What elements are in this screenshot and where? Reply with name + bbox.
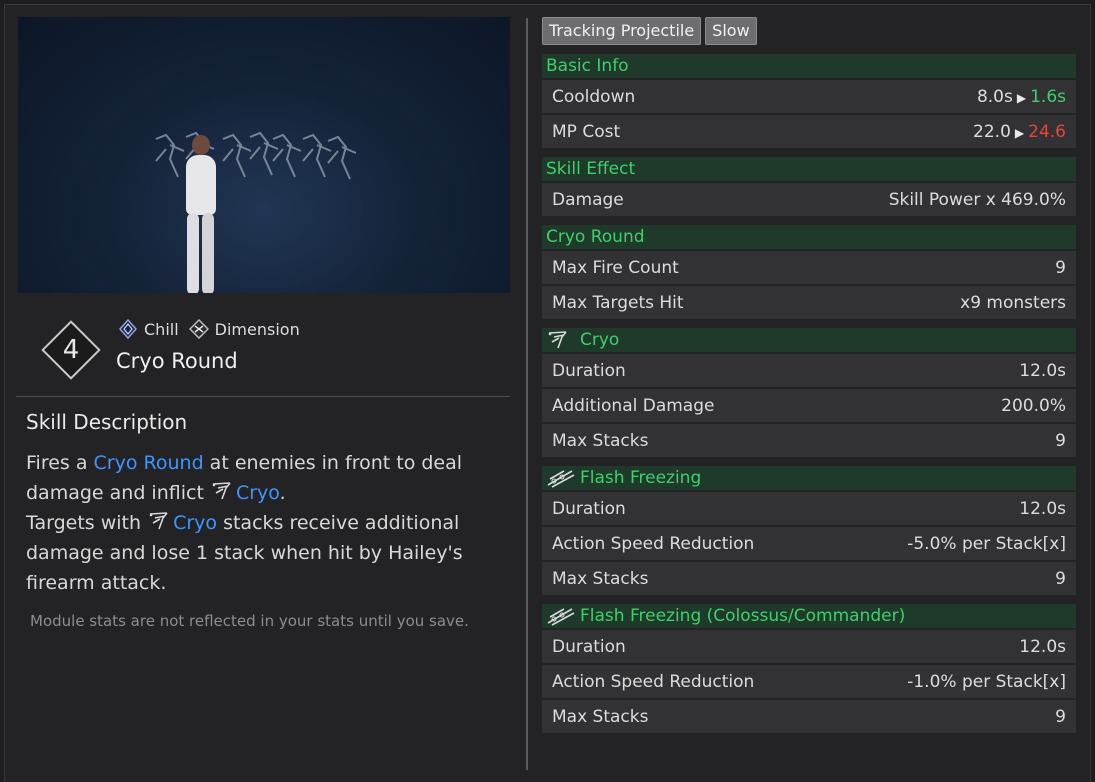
skill-header: 4 Chill Dimension Cryo Round [28, 315, 508, 385]
save-note: Module stats are not reflected in your s… [30, 612, 469, 630]
chill-icon [118, 319, 138, 339]
tag-chip: Slow [705, 17, 757, 45]
section-cryo-round: Cryo Round [542, 225, 1076, 249]
element-tag: Chill [118, 319, 179, 339]
stat-row-max-stacks: Max Stacks 9 [542, 700, 1076, 733]
arrow-right-icon: ▶ [1014, 125, 1025, 140]
enemy-silhouettes [155, 131, 357, 180]
type-label: Dimension [214, 319, 300, 339]
cryo-round-link[interactable]: Cryo Round [94, 452, 204, 474]
stat-row-additional-damage: Additional Damage 200.0% [542, 389, 1076, 422]
divider [16, 396, 510, 397]
arrow-right-icon: ▶ [1016, 90, 1027, 105]
stat-row-max-stacks: Max Stacks 9 [542, 424, 1076, 457]
stat-row-damage: Damage Skill Power x 469.0% [542, 183, 1076, 216]
stat-row-duration: Duration 12.0s [542, 354, 1076, 387]
skill-description: Skill Description Fires a Cryo Round at … [26, 410, 496, 630]
description-paragraph-1: Fires a Cryo Round at enemies in front t… [26, 452, 463, 504]
stat-row-max-fire-count: Max Fire Count 9 [542, 251, 1076, 284]
stat-row-duration: Duration 12.0s [542, 630, 1076, 663]
skill-preview-video[interactable] [18, 17, 510, 293]
stat-row-cooldown: Cooldown 8.0s ▶ 1.6s [542, 80, 1076, 113]
cryo-link[interactable]: Cryo [236, 482, 280, 504]
section-skill-effect: Skill Effect [542, 157, 1076, 181]
section-cryo: Cryo [542, 328, 1076, 352]
skill-tags: Chill Dimension [118, 319, 300, 339]
stat-row-duration: Duration 12.0s [542, 492, 1076, 525]
tag-chip: Tracking Projectile [542, 17, 702, 45]
cryo-icon [546, 328, 576, 352]
panel-divider [526, 18, 528, 770]
element-label: Chill [144, 319, 179, 339]
cryo-link[interactable]: Cryo [173, 512, 217, 534]
attribute-chips: Tracking Projectile Slow [542, 17, 1076, 45]
cryo-icon [147, 510, 173, 532]
skill-stats-panel: Tracking Projectile Slow Basic Info Cool… [542, 17, 1076, 777]
stat-row-action-speed-reduction: Action Speed Reduction -5.0% per Stack[x… [542, 527, 1076, 560]
description-paragraph-2: Targets with Cryo stacks receive additio… [26, 510, 463, 594]
section-basic-info: Basic Info [542, 54, 1076, 78]
character-model [180, 135, 220, 293]
flash-freezing-icon [546, 466, 576, 490]
dimension-icon [188, 319, 209, 339]
stat-row-action-speed-reduction: Action Speed Reduction -1.0% per Stack[x… [542, 665, 1076, 698]
type-tag: Dimension [188, 319, 300, 339]
section-flash-freezing: Flash Freezing [542, 466, 1076, 490]
stat-row-max-targets: Max Targets Hit x9 monsters [542, 286, 1076, 319]
description-title: Skill Description [26, 410, 188, 434]
section-flash-freezing-boss: Flash Freezing (Colossus/Commander) [542, 604, 1076, 628]
skill-name: Cryo Round [116, 349, 238, 373]
skill-info-panel: 4 Chill Dimension Cryo Round Skill Descr… [14, 14, 510, 774]
flash-freezing-icon [546, 604, 576, 628]
cryo-icon [210, 480, 236, 502]
stat-row-mp-cost: MP Cost 22.0 ▶ 24.6 [542, 115, 1076, 148]
stat-row-max-stacks: Max Stacks 9 [542, 562, 1076, 595]
skill-slot-number: 4 [62, 335, 80, 365]
